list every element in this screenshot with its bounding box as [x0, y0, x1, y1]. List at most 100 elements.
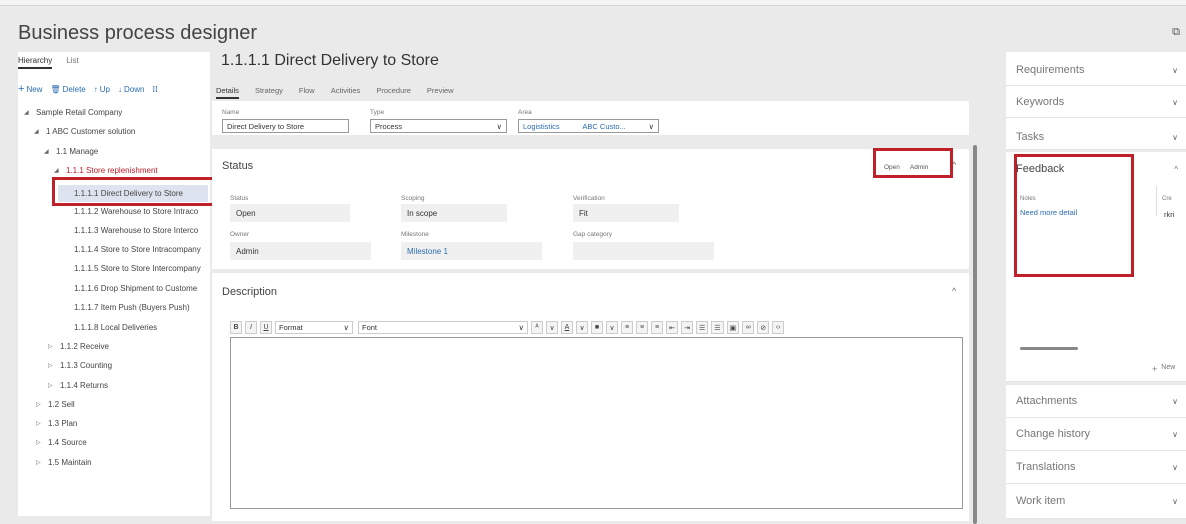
area-select[interactable]: Logististics ABC Custo... ∨	[518, 119, 659, 133]
tree-item[interactable]: ◢ 1 ABC Customer solution	[34, 127, 135, 136]
tab-preview[interactable]: Preview	[427, 86, 454, 99]
font-color-button[interactable]: ■	[591, 321, 603, 334]
new-feedback-button[interactable]: + New	[1152, 364, 1175, 374]
verification-field[interactable]: Fit	[573, 204, 679, 222]
clear-format-icon[interactable]: ⊘	[757, 321, 770, 334]
expanded-arrow-icon[interactable]: ◢	[34, 128, 46, 135]
chevron-down-icon[interactable]: ∨	[1172, 98, 1178, 107]
translations-title: Translations	[1016, 461, 1076, 473]
work-item-panel[interactable]: Work item ∨	[1006, 484, 1186, 519]
feedback-note-link[interactable]: Need more detail	[1020, 208, 1077, 217]
milestone-field[interactable]: Milestone 1	[401, 242, 542, 260]
tree-item[interactable]: ◢ 1.1 Manage	[44, 147, 98, 156]
tab-procedure[interactable]: Procedure	[376, 86, 411, 99]
tree-item[interactable]: 1.1.1.3 Warehouse to Store Interco	[74, 226, 198, 235]
tree-item[interactable]: 1.1.1.2 Warehouse to Store Intraco	[74, 207, 198, 216]
tab-strategy[interactable]: Strategy	[255, 86, 283, 99]
keywords-panel[interactable]: Keywords ∨	[1006, 86, 1186, 118]
gap-category-field[interactable]	[573, 242, 714, 260]
chevron-down-icon[interactable]: ∨	[1172, 497, 1178, 506]
tree-item[interactable]: ◢ 1.1.1 Store replenishment	[54, 166, 158, 175]
tree-item[interactable]: 1.1.1.8 Local Deliveries	[74, 323, 157, 332]
tree-item[interactable]: 1.1.1.4 Store to Store Intracompany	[74, 245, 201, 254]
change-history-panel[interactable]: Change history ∨	[1006, 418, 1186, 451]
chevron-down-icon[interactable]: ∨	[576, 321, 588, 334]
tree-item[interactable]: 1.1.1.7 Item Push (Buyers Push)	[74, 303, 190, 312]
tab-hierarchy[interactable]: Hierarchy	[18, 56, 53, 69]
vertical-scrollbar[interactable]	[973, 145, 977, 524]
chevron-down-icon[interactable]: ∨	[1172, 133, 1178, 142]
tab-flow[interactable]: Flow	[299, 86, 315, 99]
highlight-color-button[interactable]: A	[561, 321, 573, 334]
image-icon[interactable]: ▣	[726, 321, 740, 334]
scoping-field[interactable]: In scope	[401, 204, 507, 222]
move-down-button[interactable]: ↓ Down	[118, 83, 144, 95]
bold-button[interactable]: B	[230, 321, 242, 334]
collapsed-arrow-icon[interactable]: ▷	[48, 382, 60, 389]
align-left-icon[interactable]: ≡	[621, 321, 633, 334]
expanded-arrow-icon[interactable]: ◢	[54, 167, 66, 174]
name-field[interactable]: Direct Delivery to Store	[222, 119, 349, 133]
chevron-down-icon[interactable]: ∨	[1172, 463, 1178, 472]
chevron-down-icon[interactable]: ∨	[606, 321, 618, 334]
tree-item[interactable]: ▷ 1.1.2 Receive	[48, 342, 109, 351]
expanded-arrow-icon[interactable]: ◢	[44, 148, 56, 155]
status-field[interactable]: Open	[230, 204, 350, 222]
horizontal-scrollbar[interactable]	[1020, 347, 1078, 350]
collapsed-arrow-icon[interactable]: ▷	[48, 362, 60, 369]
numbered-list-icon[interactable]: ☰	[696, 321, 709, 334]
notes-column-header[interactable]: Notes	[1020, 196, 1036, 202]
bullet-list-icon[interactable]: ☰	[711, 321, 724, 334]
description-editor[interactable]	[230, 337, 963, 509]
font-select[interactable]: Font ∨	[358, 321, 528, 334]
collapse-chevron-icon[interactable]: ^	[952, 160, 956, 170]
tree-item[interactable]: ▷ 1.3 Plan	[36, 419, 77, 428]
requirements-panel[interactable]: Requirements ∨	[1006, 52, 1186, 86]
created-column-header[interactable]: Cre	[1162, 196, 1172, 202]
collapsed-arrow-icon[interactable]: ▷	[36, 439, 48, 446]
tree-item[interactable]: ◢ Sample Retail Company	[24, 108, 122, 117]
collapsed-arrow-icon[interactable]: ▷	[36, 459, 48, 466]
translations-panel[interactable]: Translations ∨	[1006, 451, 1186, 484]
link-icon[interactable]: ∞	[742, 321, 755, 334]
expanded-arrow-icon[interactable]: ◢	[24, 109, 36, 116]
collapsed-arrow-icon[interactable]: ▷	[36, 401, 48, 408]
type-select[interactable]: Process ∨	[370, 119, 507, 133]
italic-button[interactable]: I	[245, 321, 257, 334]
chevron-down-icon[interactable]: ∨	[546, 321, 558, 334]
font-size-button[interactable]: ᴬ	[531, 321, 543, 334]
align-center-icon[interactable]: ≡	[636, 321, 648, 334]
outdent-icon[interactable]: ⇤	[666, 321, 678, 334]
tasks-panel[interactable]: Tasks ∨	[1006, 118, 1186, 150]
align-right-icon[interactable]: ≡	[651, 321, 663, 334]
collapse-chevron-icon[interactable]: ^	[952, 286, 956, 296]
format-select[interactable]: Format ∨	[275, 321, 353, 334]
chevron-down-icon[interactable]: ∨	[1172, 66, 1178, 75]
open-in-new-window-icon[interactable]: ⧉	[1172, 26, 1180, 39]
more-options-button[interactable]: ⁞⁞	[152, 83, 157, 95]
tab-activities[interactable]: Activities	[331, 86, 361, 99]
html-source-icon[interactable]: ‹›	[772, 321, 785, 334]
owner-field[interactable]: Admin	[230, 242, 371, 260]
chevron-down-icon[interactable]: ∨	[1172, 397, 1178, 406]
tree-item[interactable]: ▷ 1.5 Maintain	[36, 458, 92, 467]
underline-button[interactable]: U	[260, 321, 272, 334]
tree-item[interactable]: ▷ 1.1.4 Returns	[48, 381, 108, 390]
move-up-button[interactable]: ↑ Up	[94, 83, 110, 95]
tree-item[interactable]: ▷ 1.1.3 Counting	[48, 361, 112, 370]
collapsed-arrow-icon[interactable]: ▷	[36, 420, 48, 427]
tree-item[interactable]: 1.1.1.5 Store to Store Intercompany	[74, 264, 201, 273]
tab-list[interactable]: List	[66, 56, 78, 69]
tree-item[interactable]: ▷ 1.4 Source	[36, 438, 87, 447]
tree-item-selected[interactable]: 1.1.1.1 Direct Delivery to Store	[58, 185, 208, 202]
tree-item[interactable]: ▷ 1.2 Sell	[36, 400, 75, 409]
tab-details[interactable]: Details	[216, 86, 239, 99]
new-button[interactable]: + New	[18, 83, 42, 95]
chevron-up-icon[interactable]: ^	[1174, 165, 1178, 174]
attachments-panel[interactable]: Attachments ∨	[1006, 385, 1186, 418]
tree-item[interactable]: 1.1.1.6 Drop Shipment to Custome	[74, 284, 197, 293]
collapsed-arrow-icon[interactable]: ▷	[48, 343, 60, 350]
chevron-down-icon[interactable]: ∨	[1172, 430, 1178, 439]
delete-button[interactable]: 🗑 Delete	[50, 83, 85, 95]
indent-icon[interactable]: ⇥	[681, 321, 693, 334]
